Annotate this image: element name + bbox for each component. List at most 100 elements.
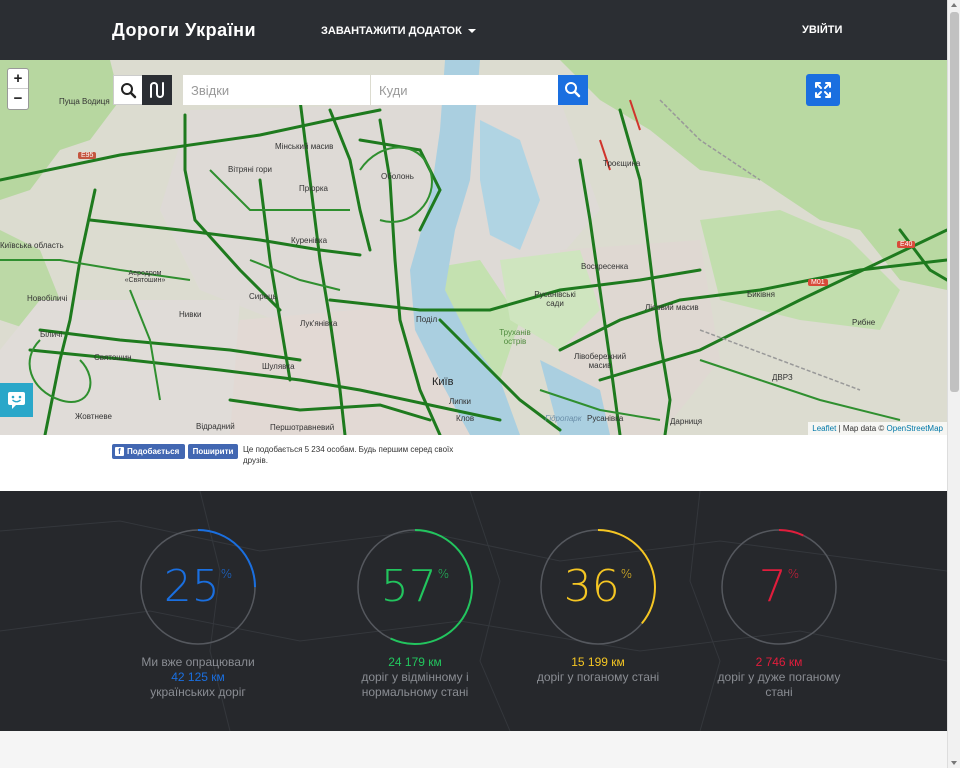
map-label: Аеродром «Святошин» bbox=[124, 270, 166, 284]
map-label: Новобіличі bbox=[27, 294, 68, 303]
stat-km: 2 746 км bbox=[755, 655, 803, 669]
map-label: Рибне bbox=[852, 318, 876, 327]
scroll-down-arrow-icon[interactable] bbox=[951, 761, 957, 765]
search-mode-button[interactable] bbox=[113, 75, 143, 105]
scroll-up-arrow-icon[interactable] bbox=[951, 3, 957, 7]
percent-sign: % bbox=[437, 567, 450, 581]
map-label: Русанівка bbox=[587, 414, 624, 423]
road-stats-section: 25% Ми вже опрацювали 42 125 км українсь… bbox=[0, 491, 947, 731]
fullscreen-button[interactable] bbox=[806, 74, 840, 106]
map-label: ДВРЗ bbox=[772, 373, 793, 382]
stat-percent: 25% bbox=[98, 561, 298, 612]
stat-bad: 36% 15 199 км доріг у поганому стані bbox=[498, 491, 698, 731]
zoom-in-button[interactable]: + bbox=[8, 69, 28, 89]
map-label: Клов bbox=[456, 414, 475, 423]
footer-area bbox=[0, 731, 947, 768]
map-label: Вітряні гори bbox=[228, 165, 272, 174]
facebook-icon: f bbox=[115, 447, 124, 456]
top-navbar: Дороги України ЗАВАНТАЖИТИ ДОДАТОК УВІЙТ… bbox=[0, 0, 947, 60]
page: Дороги України ЗАВАНТАЖИТИ ДОДАТОК УВІЙТ… bbox=[0, 0, 960, 768]
stat-line3: українських доріг bbox=[150, 685, 246, 699]
map-label: Першотравневий bbox=[270, 423, 335, 432]
login-link[interactable]: УВІЙТИ bbox=[802, 24, 842, 36]
facebook-share-button[interactable]: Поширити bbox=[188, 444, 238, 459]
stat-description: доріг у поганому стані bbox=[536, 670, 660, 684]
stat-percent: 57% bbox=[315, 561, 515, 612]
stat-good: 57% 24 179 км доріг у відмінному і норма… bbox=[315, 491, 515, 731]
map-label: Биківня bbox=[747, 290, 775, 299]
map-label: Русанівські сади bbox=[534, 290, 576, 308]
map-label: Біличі bbox=[40, 330, 63, 339]
stat-km: 24 179 км bbox=[388, 655, 442, 669]
percent-sign: % bbox=[787, 567, 800, 581]
osm-link[interactable]: OpenStreetMap bbox=[887, 424, 943, 433]
roads-map[interactable]: Пуща Водиця Мінський масив Вітряні гори … bbox=[0, 60, 947, 435]
stat-percent: 7% bbox=[679, 561, 879, 612]
stat-description: доріг у відмінному і нормальному стані bbox=[361, 670, 469, 699]
map-label: Дарниця bbox=[670, 417, 703, 426]
map-attribution: Leaflet | Map data © OpenStreetMap bbox=[808, 422, 947, 435]
attribution-separator: | Map data © bbox=[836, 424, 887, 433]
map-label: Лук'янівка bbox=[300, 319, 338, 328]
facebook-like-label: Подобається bbox=[127, 447, 180, 456]
map-label: Жовтневе bbox=[75, 412, 112, 421]
stat-percent-value: 36 bbox=[563, 561, 620, 612]
percent-sign: % bbox=[620, 567, 633, 581]
road-shield: Е40 bbox=[897, 241, 916, 248]
map-label: Київська область bbox=[0, 241, 64, 250]
feedback-button[interactable] bbox=[0, 383, 33, 417]
stat-percent: 36% bbox=[498, 561, 698, 612]
social-strip: f Подобається Поширити Це подобається 5 … bbox=[0, 435, 947, 491]
brand-title[interactable]: Дороги України bbox=[112, 20, 256, 41]
map-label: Труханів острів bbox=[499, 328, 531, 346]
map-label: Воскресенка bbox=[581, 262, 629, 271]
chat-smile-icon bbox=[8, 392, 25, 409]
route-from-input[interactable] bbox=[183, 75, 370, 105]
stat-percent-value: 25 bbox=[163, 561, 220, 612]
route-mode-button[interactable] bbox=[142, 75, 172, 105]
scrollbar-thumb[interactable] bbox=[950, 12, 959, 392]
map-label: Сирець bbox=[249, 292, 277, 301]
stat-very-bad: 7% 2 746 км доріг у дуже поганому стані bbox=[679, 491, 879, 731]
stat-line2: 42 125 км bbox=[171, 670, 225, 684]
map-label: Відрадний bbox=[196, 422, 235, 431]
map-label-kyiv: Київ bbox=[432, 376, 454, 388]
percent-sign: % bbox=[220, 567, 233, 581]
route-search-button[interactable] bbox=[558, 75, 588, 105]
facebook-like-count-text: Це подобається 5 234 особам. Будь першим… bbox=[243, 445, 454, 465]
route-to-input[interactable] bbox=[371, 75, 558, 105]
map-label: Пріорка bbox=[299, 184, 328, 193]
road-shield: М01 bbox=[808, 279, 828, 286]
map-label: Липки bbox=[449, 397, 472, 406]
leaflet-link[interactable]: Leaflet bbox=[812, 424, 836, 433]
search-icon bbox=[121, 83, 137, 99]
expand-icon bbox=[815, 82, 831, 98]
page-scrollbar[interactable] bbox=[947, 0, 960, 768]
stat-percent-value: 57 bbox=[380, 561, 437, 612]
road-shield: Е95 bbox=[78, 152, 97, 159]
map-label: Пуща Водиця bbox=[59, 97, 110, 106]
map-label: Лісовий масив bbox=[645, 303, 699, 312]
facebook-like-button[interactable]: f Подобається bbox=[112, 444, 185, 459]
map-label: Мінський масив bbox=[275, 142, 334, 151]
map-label: Святошин bbox=[94, 353, 132, 362]
caret-down-icon bbox=[467, 29, 476, 34]
stat-line1: Ми вже опрацювали bbox=[141, 655, 255, 669]
stat-km: 15 199 км bbox=[571, 655, 625, 669]
download-app-dropdown[interactable]: ЗАВАНТАЖИТИ ДОДАТОК bbox=[321, 25, 476, 37]
map-label: Шулявка bbox=[262, 362, 295, 371]
stat-percent-value: 7 bbox=[758, 561, 787, 612]
map-label: Оболонь bbox=[381, 172, 414, 181]
stat-description: доріг у дуже поганому стані bbox=[717, 670, 841, 699]
download-app-label: ЗАВАНТАЖИТИ ДОДАТОК bbox=[321, 25, 462, 37]
zoom-out-button[interactable]: − bbox=[8, 89, 28, 109]
map-label: Гідропарк bbox=[545, 414, 582, 423]
map-label: Нивки bbox=[179, 310, 202, 319]
map-label: Лівобережний масив bbox=[573, 352, 627, 370]
map-label: Куренівка bbox=[291, 236, 328, 245]
map-tiles bbox=[0, 60, 947, 435]
search-icon bbox=[565, 82, 581, 98]
map-label: Троєщина bbox=[603, 159, 641, 168]
route-icon bbox=[150, 82, 164, 98]
map-label: Поділ bbox=[416, 315, 438, 324]
